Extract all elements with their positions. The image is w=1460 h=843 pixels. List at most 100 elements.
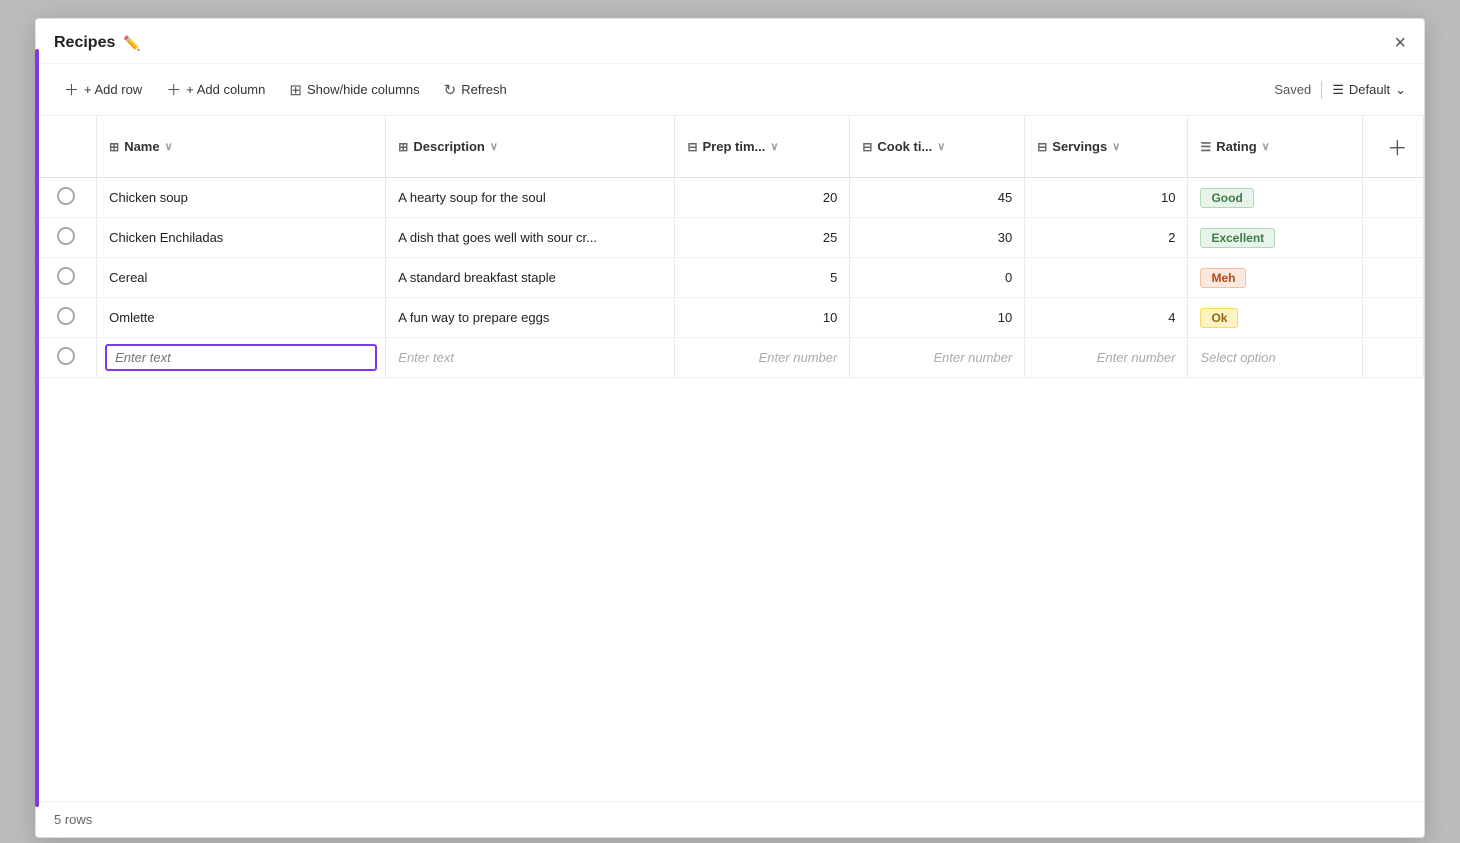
header-rating[interactable]: ☰ Rating ∨ xyxy=(1188,116,1363,178)
row-description[interactable]: A fun way to prepare eggs xyxy=(386,298,675,338)
table-row: OmletteA fun way to prepare eggs10104Ok xyxy=(36,298,1424,338)
header-name[interactable]: ⊞ Name ∨ xyxy=(97,116,386,178)
row-description[interactable]: A hearty soup for the soul xyxy=(386,178,675,218)
add-column-icon: ＋ xyxy=(166,79,181,100)
new-row-servings[interactable]: Enter number xyxy=(1025,338,1188,378)
row-cook-time[interactable]: 0 xyxy=(850,258,1025,298)
row-checkbox-cell xyxy=(36,258,97,298)
row-prep-time[interactable]: 25 xyxy=(675,218,850,258)
name-col-icon: ⊞ xyxy=(109,140,119,154)
header-cook-time[interactable]: ⊟ Cook ti... ∨ xyxy=(850,116,1025,178)
row-servings[interactable]: 2 xyxy=(1025,218,1188,258)
toolbar-right: Saved ☰ Default ⌄ xyxy=(1274,81,1406,99)
row-rating[interactable]: Good xyxy=(1188,178,1363,218)
header-servings-label: Servings xyxy=(1052,139,1107,154)
cook-sort-icon: ∨ xyxy=(937,140,945,153)
add-column-button[interactable]: ＋ + Add column xyxy=(156,74,275,105)
new-row: Enter textEnter numberEnter numberEnter … xyxy=(36,338,1424,378)
new-row-rating[interactable]: Select option xyxy=(1188,338,1363,378)
servings-col-icon: ⊟ xyxy=(1037,140,1047,154)
row-prep-time[interactable]: 20 xyxy=(675,178,850,218)
row-cook-time[interactable]: 30 xyxy=(850,218,1025,258)
new-row-checkbox[interactable] xyxy=(57,347,75,365)
refresh-button[interactable]: ↻ Refresh xyxy=(434,76,517,104)
header-rating-label: Rating xyxy=(1216,139,1256,154)
row-name[interactable]: Chicken Enchiladas xyxy=(97,218,386,258)
cook-col-icon: ⊟ xyxy=(862,140,872,154)
modal-title-area: Recipes ✏️ xyxy=(54,34,141,52)
row-name[interactable]: Cereal xyxy=(97,258,386,298)
new-row-prep-time[interactable]: Enter number xyxy=(675,338,850,378)
row-rating[interactable]: Excellent xyxy=(1188,218,1363,258)
add-column-plus-button[interactable]: ＋ xyxy=(1375,126,1419,167)
refresh-icon: ↻ xyxy=(444,81,457,99)
row-name[interactable]: Chicken soup xyxy=(97,178,386,218)
header-prep-label: Prep tim... xyxy=(703,139,766,154)
prep-sort-icon: ∨ xyxy=(770,140,778,153)
table-header-row: ⊞ Name ∨ ⊞ Description ∨ xyxy=(36,116,1424,178)
table-row: Chicken EnchiladasA dish that goes well … xyxy=(36,218,1424,258)
add-column-label: + Add column xyxy=(186,82,265,97)
header-checkbox xyxy=(36,116,97,178)
row-rating[interactable]: Meh xyxy=(1188,258,1363,298)
row-name[interactable]: Omlette xyxy=(97,298,386,338)
default-view-button[interactable]: ☰ Default ⌄ xyxy=(1332,82,1406,98)
new-row-description[interactable]: Enter text xyxy=(386,338,675,378)
row-rating[interactable]: Ok xyxy=(1188,298,1363,338)
name-sort-icon: ∨ xyxy=(165,140,173,153)
table-row: Chicken soupA hearty soup for the soul20… xyxy=(36,178,1424,218)
table-row: CerealA standard breakfast staple50 Meh xyxy=(36,258,1424,298)
header-description[interactable]: ⊞ Description ∨ xyxy=(386,116,675,178)
header-prep-time[interactable]: ⊟ Prep tim... ∨ xyxy=(675,116,850,178)
table-footer: 5 rows xyxy=(36,801,1424,837)
row-description[interactable]: A dish that goes well with sour cr... xyxy=(386,218,675,258)
add-row-icon: ＋ xyxy=(64,79,79,100)
description-col-icon: ⊞ xyxy=(398,140,408,154)
refresh-label: Refresh xyxy=(461,82,507,97)
show-hide-button[interactable]: ⊞ Show/hide columns xyxy=(279,76,429,104)
header-servings[interactable]: ⊟ Servings ∨ xyxy=(1025,116,1188,178)
new-row-checkbox-cell xyxy=(36,338,97,378)
row-prep-time[interactable]: 5 xyxy=(675,258,850,298)
header-add-column[interactable]: ＋ xyxy=(1363,116,1424,178)
modal-header: Recipes ✏️ × xyxy=(36,19,1424,64)
row-extra xyxy=(1363,298,1424,338)
header-cook-label: Cook ti... xyxy=(877,139,932,154)
row-description[interactable]: A standard breakfast staple xyxy=(386,258,675,298)
toolbar-divider xyxy=(1321,81,1322,99)
row-checkbox[interactable] xyxy=(57,227,75,245)
new-row-name-cell[interactable] xyxy=(97,338,386,378)
modal-overlay: Recipes ✏️ × ＋ + Add row ＋ + Add column … xyxy=(0,0,1460,843)
close-button[interactable]: × xyxy=(1394,33,1406,53)
rating-sort-icon: ∨ xyxy=(1262,140,1270,153)
row-checkbox-cell xyxy=(36,218,97,258)
row-cook-time[interactable]: 45 xyxy=(850,178,1025,218)
description-sort-icon: ∨ xyxy=(490,140,498,153)
prep-col-icon: ⊟ xyxy=(687,140,697,154)
table-container: ⊞ Name ∨ ⊞ Description ∨ xyxy=(36,116,1424,801)
new-row-name-input[interactable] xyxy=(105,344,377,371)
toolbar: ＋ + Add row ＋ + Add column ⊞ Show/hide c… xyxy=(36,64,1424,116)
row-checkbox[interactable] xyxy=(57,307,75,325)
row-servings[interactable]: 10 xyxy=(1025,178,1188,218)
add-row-label: + Add row xyxy=(84,82,142,97)
new-row-extra xyxy=(1363,338,1424,378)
edit-title-icon[interactable]: ✏️ xyxy=(123,35,140,52)
recipes-modal: Recipes ✏️ × ＋ + Add row ＋ + Add column … xyxy=(35,18,1425,838)
rating-badge: Ok xyxy=(1200,308,1238,328)
add-row-button[interactable]: ＋ + Add row xyxy=(54,74,152,105)
row-extra xyxy=(1363,218,1424,258)
row-prep-time[interactable]: 10 xyxy=(675,298,850,338)
show-hide-icon: ⊞ xyxy=(289,81,302,99)
header-name-label: Name xyxy=(124,139,159,154)
row-cook-time[interactable]: 10 xyxy=(850,298,1025,338)
row-checkbox-cell xyxy=(36,298,97,338)
row-checkbox[interactable] xyxy=(57,267,75,285)
row-servings[interactable]: 4 xyxy=(1025,298,1188,338)
new-row-cook-time[interactable]: Enter number xyxy=(850,338,1025,378)
default-view-label: Default xyxy=(1349,82,1390,97)
row-servings[interactable] xyxy=(1025,258,1188,298)
row-checkbox[interactable] xyxy=(57,187,75,205)
rating-col-icon: ☰ xyxy=(1200,140,1211,154)
show-hide-label: Show/hide columns xyxy=(307,82,420,97)
